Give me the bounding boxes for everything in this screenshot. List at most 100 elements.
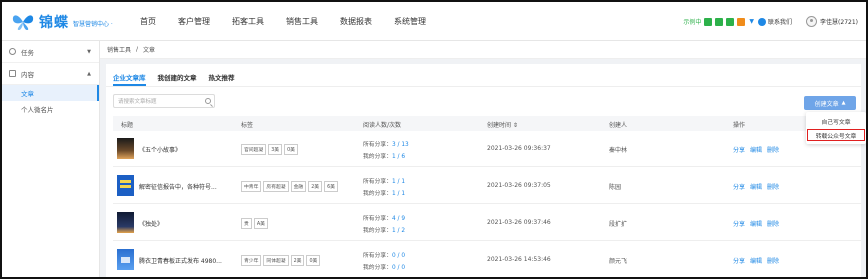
main-nav: 首页 客户管理 拓客工具 销售工具 数据报表 系统管理 [140, 2, 448, 41]
tab-hot-articles[interactable]: 热文推荐 [209, 72, 235, 86]
table-row: 《独处》 贵 A美 所有分享：4 / 9 我的分享：1 / 2 2021-03-… [113, 205, 861, 241]
tag: 0美 [306, 255, 321, 266]
top-right-area: 示例中 ▼ 联系我们 李佳慧(2721) [683, 2, 858, 41]
row-actions: 分享 编辑 删除 [733, 256, 784, 265]
all-share-count[interactable]: 1 / 1 [392, 179, 405, 185]
tab-my-articles[interactable]: 我创建的文章 [158, 72, 197, 86]
edit-button[interactable]: 编辑 [750, 145, 762, 154]
tag: 房有超凝 [263, 181, 289, 192]
nav-data-reports[interactable]: 数据报表 [340, 16, 372, 27]
share-button[interactable]: 分享 [733, 182, 745, 191]
article-thumbnail[interactable] [117, 138, 134, 159]
creator-name: 陈园 [609, 184, 622, 191]
nav-system-management[interactable]: 系统管理 [394, 16, 426, 27]
share-button[interactable]: 分享 [733, 145, 745, 154]
all-share-label: 所有分享： [363, 216, 392, 222]
article-title[interactable]: 腾衣卫青春板正式发布 4980... [139, 256, 222, 265]
column-header-tags: 标签 [241, 122, 254, 129]
share-stats: 所有分享：3 / 13 我的分享：1 / 6 [363, 139, 409, 163]
creator-name: 段扩扩 [609, 221, 628, 228]
share-stats: 所有分享：4 / 9 我的分享：1 / 2 [363, 213, 405, 237]
create-article-button[interactable]: 创建文章 ▲ [804, 96, 856, 110]
article-thumbnail[interactable] [117, 175, 134, 196]
share-button[interactable]: 分享 [733, 256, 745, 265]
article-title[interactable]: 《五个小故事》 [139, 145, 181, 154]
all-share-count[interactable]: 0 / 0 [392, 253, 405, 259]
edit-button[interactable]: 编辑 [750, 182, 762, 191]
breadcrumb-separator: / [136, 46, 139, 53]
status-square-icon[interactable] [704, 17, 713, 26]
column-header-created-time[interactable]: 创建时间 ⇕ [487, 120, 518, 129]
delete-button[interactable]: 删除 [767, 145, 779, 154]
user-name: 李佳慧(2721) [820, 19, 858, 26]
menu-item-write-article[interactable]: 自己写文章 [806, 115, 866, 127]
sidebar-group-content[interactable]: 内容 ▲ [2, 63, 99, 85]
logo-subtitle: 智慧营销中心 · [73, 21, 113, 28]
tag: 2美 [290, 255, 305, 266]
status-square-icon[interactable] [715, 17, 724, 26]
status-square-icon[interactable] [737, 17, 746, 26]
edit-button[interactable]: 编辑 [750, 219, 762, 228]
column-header-creator: 创建人 [609, 122, 628, 129]
delete-button[interactable]: 删除 [767, 182, 779, 191]
breadcrumb-articles: 文章 [143, 47, 156, 54]
sidebar-group-tasks[interactable]: 任务 ▼ [2, 41, 99, 63]
nav-customer-management[interactable]: 客户管理 [178, 16, 210, 27]
share-stats: 所有分享：1 / 1 我的分享：1 / 1 [363, 176, 405, 200]
my-share-count[interactable]: 1 / 6 [392, 154, 405, 160]
article-thumbnail[interactable] [117, 249, 134, 270]
nav-prospecting-tools[interactable]: 拓客工具 [232, 16, 264, 27]
breadcrumb-sales-tools[interactable]: 销售工具 [107, 45, 131, 54]
share-button[interactable]: 分享 [733, 219, 745, 228]
user-menu[interactable]: 李佳慧(2721) [806, 16, 858, 27]
article-title[interactable]: 《独处》 [139, 219, 163, 228]
all-share-count[interactable]: 4 / 9 [392, 216, 405, 222]
nav-home[interactable]: 首页 [140, 16, 156, 27]
my-share-count[interactable]: 0 / 0 [392, 265, 405, 271]
my-share-count[interactable]: 1 / 1 [392, 191, 405, 197]
headset-icon [758, 17, 767, 26]
sidebar-group-label: 任务 [21, 48, 34, 57]
search-placeholder: 请搜索文章标题 [118, 99, 157, 105]
all-share-count[interactable]: 3 / 13 [392, 142, 409, 148]
chevron-up-icon: ▲ [841, 100, 846, 106]
logo[interactable]: 锦蝶 智慧营销中心 · [10, 11, 113, 33]
app-frame: 锦蝶 智慧营销中心 · 首页 客户管理 拓客工具 销售工具 数据报表 系统管理 … [0, 0, 868, 279]
search-icon[interactable] [205, 98, 211, 104]
all-share-label: 所有分享： [363, 142, 392, 148]
breadcrumb: 销售工具 / 文章 [100, 41, 866, 59]
tag-list: 中青年 房有超凝 金融 2美 6美 [241, 181, 340, 192]
sidebar-item-personal-card[interactable]: 个人微名片 [2, 101, 99, 117]
top-navigation-bar: 锦蝶 智慧营销中心 · 首页 客户管理 拓客工具 销售工具 数据报表 系统管理 … [2, 2, 866, 41]
tag: 3美 [268, 144, 283, 155]
tab-enterprise-library[interactable]: 企业文章库 [113, 72, 146, 86]
tag: 青少年 [241, 255, 262, 266]
share-stats: 所有分享：0 / 0 我的分享：0 / 0 [363, 250, 405, 274]
tag-list: 青少年 同体超凝 2美 0美 [241, 255, 322, 266]
row-actions: 分享 编辑 删除 [733, 145, 784, 154]
chevron-down-icon[interactable]: ▼ [749, 18, 754, 25]
nav-sales-tools[interactable]: 销售工具 [286, 16, 318, 27]
row-actions: 分享 编辑 删除 [733, 182, 784, 191]
tab-bar: 企业文章库 我创建的文章 热文推荐 [113, 72, 247, 86]
article-title[interactable]: 解密征信报告中，各种符号... [139, 182, 217, 191]
delete-button[interactable]: 删除 [767, 219, 779, 228]
my-share-label: 我的分享： [363, 265, 392, 271]
column-header-title: 标题 [121, 122, 134, 129]
create-article-dropdown: 自己写文章 转载公众号文章 [806, 112, 866, 144]
article-thumbnail[interactable] [117, 212, 134, 233]
table-row: 《五个小故事》 官间超凝 3美 0美 所有分享：3 / 13 我的分享：1 / … [113, 131, 861, 167]
contact-us-label: 联系我们 [768, 19, 793, 26]
table-row: 解密征信报告中，各种符号... 中青年 房有超凝 金融 2美 6美 所有分享：1… [113, 168, 861, 204]
my-share-count[interactable]: 1 / 2 [392, 228, 405, 234]
delete-button[interactable]: 删除 [767, 256, 779, 265]
contact-us-link[interactable]: 联系我们 [758, 17, 792, 26]
task-icon [9, 48, 16, 55]
status-square-icon[interactable] [726, 17, 735, 26]
sidebar-item-articles[interactable]: 文章 [2, 85, 99, 101]
created-time: 2021-03-26 09:37:46 [487, 219, 551, 226]
menu-item-repost-wechat-article[interactable]: 转载公众号文章 [807, 129, 865, 141]
search-input[interactable]: 请搜索文章标题 [113, 94, 215, 108]
avatar [806, 16, 818, 27]
edit-button[interactable]: 编辑 [750, 256, 762, 265]
